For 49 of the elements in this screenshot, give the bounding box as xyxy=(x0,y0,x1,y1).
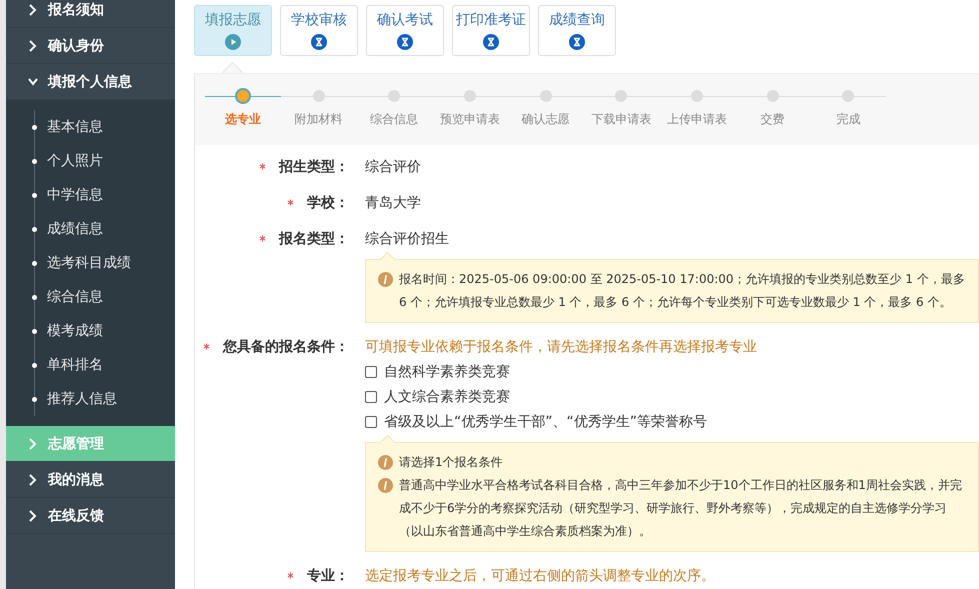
sidebar-item[interactable]: 在线反馈 xyxy=(6,498,175,534)
field-label: 您具备的报名条件： xyxy=(223,339,349,355)
checkbox-label: 人文综合素养类竞赛 xyxy=(384,388,510,406)
info-icon xyxy=(378,478,393,493)
tab[interactable]: 成绩查询 xyxy=(538,5,616,56)
chevron-right-icon xyxy=(28,436,38,450)
info-icon xyxy=(378,272,393,287)
hourglass-icon xyxy=(397,34,413,50)
hint-text: 选定报考专业之后，可通过右侧的箭头调整专业的次序。 xyxy=(365,567,716,586)
field-label: 招生类型： xyxy=(279,159,349,175)
checkbox[interactable] xyxy=(365,390,377,402)
sidebar-item[interactable]: 确认身份 xyxy=(6,28,175,64)
tab[interactable]: 确认考试 xyxy=(366,5,444,56)
checkbox[interactable] xyxy=(365,416,377,428)
play-icon xyxy=(225,34,241,50)
step-label: 交费 xyxy=(760,111,785,128)
chevron-right-icon xyxy=(28,508,38,522)
step-label: 综合信息 xyxy=(370,111,418,128)
chevron-right-icon xyxy=(28,472,38,486)
step-label: 下载申请表 xyxy=(591,111,652,128)
sidebar-item[interactable]: 报名须知 xyxy=(6,0,175,28)
info-icon xyxy=(378,455,393,470)
field-value: 综合评价 xyxy=(365,158,422,177)
hourglass-icon xyxy=(311,34,327,50)
hourglass-icon xyxy=(483,34,499,50)
step-label: 完成 xyxy=(836,111,860,128)
checkbox-label: 自然科学素养类竞赛 xyxy=(384,362,510,382)
step-label: 附加材料 xyxy=(294,111,343,128)
field-label: 学校： xyxy=(307,195,349,211)
field-label: 专业： xyxy=(307,568,349,584)
step-label: 上传申请表 xyxy=(666,111,727,128)
field-value: 综合评价招生 xyxy=(365,230,450,249)
tab[interactable]: 打印准考证 xyxy=(452,5,530,56)
step-label: 选专业 xyxy=(224,111,261,128)
step-label: 确认志愿 xyxy=(522,111,570,128)
hint-text: 可填报专业依赖于报名条件，请先选择报名条件再选择报考专业 xyxy=(365,338,758,357)
sidebar-item[interactable]: 我的消息 xyxy=(6,462,175,498)
checkbox[interactable] xyxy=(365,366,377,378)
chevron-right-icon xyxy=(28,38,38,52)
tab[interactable]: 学校审核 xyxy=(280,5,358,56)
notice-text: 请选择1个报名条件 xyxy=(399,454,504,471)
step-label: 预览申请表 xyxy=(440,111,500,128)
field-label: 报名类型： xyxy=(279,231,349,247)
field-value: 青岛大学 xyxy=(365,194,422,213)
chevron-right-icon xyxy=(28,2,38,16)
notice-text: 报名时间：2025-05-06 09:00:00 至 2025-05-10 17:00:00；允许填报的专业类别总数至少 1 个，最多 6 个；允许填报专业总数最少 1 个，最多 6 个；允许每个专业类别下可选专业数最少 1 个，最多 6 个。 xyxy=(399,271,966,311)
notice-text: 普通高中学业水平合格考试各科目合格，高中三年参加不少于10个工作日的社区服务和1周社会实践，并完成不少于6学分的考察探究活动（研究型学习、研学旅行、野外考察等），完成规定的自主选修学分学习（以山东省普通高中学生综合素质档案为准）。 xyxy=(399,477,963,540)
checkbox-label: 省级及以上“优秀学生干部”、“优秀学生”等荣誉称号 xyxy=(384,412,708,432)
hourglass-icon xyxy=(569,34,585,50)
